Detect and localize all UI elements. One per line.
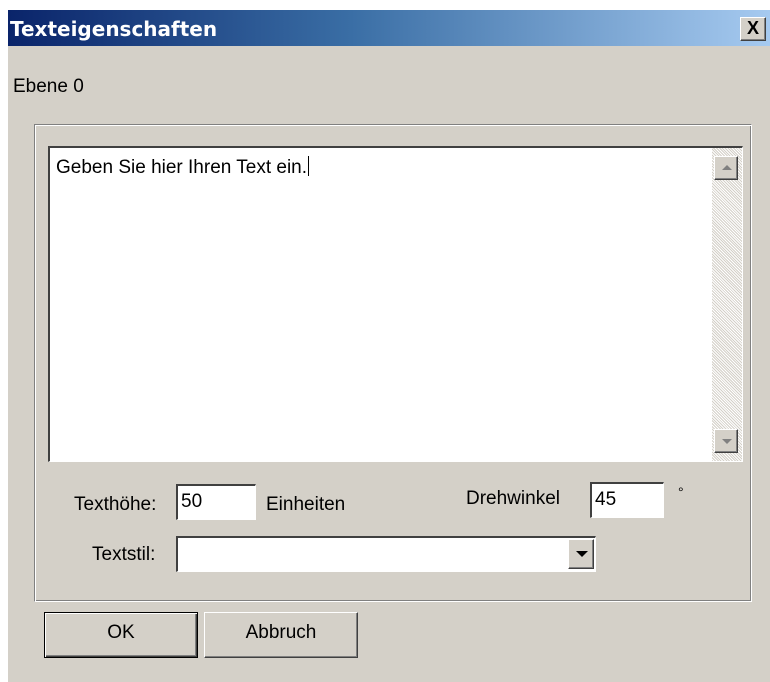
text-input-area[interactable]: Geben Sie hier Ihren Text ein. [48, 146, 743, 462]
vertical-scrollbar[interactable] [712, 148, 742, 461]
text-height-input[interactable]: 50 [176, 484, 256, 520]
text-input-content: Geben Sie hier Ihren Text ein. [56, 156, 310, 179]
layer-label: Ebene 0 [13, 76, 84, 97]
ok-button[interactable]: OK [44, 612, 198, 658]
rotation-input[interactable]: 45 [590, 482, 664, 518]
title-bar[interactable]: Texteigenschaften X [8, 10, 770, 46]
text-style-label: Textstil: [92, 544, 156, 565]
text-style-dropdown-button[interactable] [568, 539, 594, 569]
arrow-down-icon [722, 439, 732, 444]
scroll-up-button[interactable] [714, 156, 738, 180]
rotation-unit: ° [678, 484, 684, 500]
text-properties-dialog: Texteigenschaften X Ebene 0 Geben Sie hi… [8, 10, 770, 682]
chevron-down-icon [576, 551, 588, 557]
rotation-label: Drehwinkel [466, 488, 560, 509]
text-height-label: Texthöhe: [74, 494, 157, 515]
text-height-unit: Einheiten [266, 494, 346, 515]
window-title: Texteigenschaften [10, 17, 218, 41]
text-style-select[interactable] [176, 536, 596, 572]
close-icon: X [746, 18, 759, 38]
text-caret [308, 156, 310, 176]
cancel-button[interactable]: Abbruch [204, 612, 358, 658]
scroll-down-button[interactable] [714, 429, 738, 453]
close-button[interactable]: X [740, 17, 766, 41]
arrow-up-icon [722, 165, 732, 170]
text-input-value: Geben Sie hier Ihren Text ein. [56, 157, 308, 178]
